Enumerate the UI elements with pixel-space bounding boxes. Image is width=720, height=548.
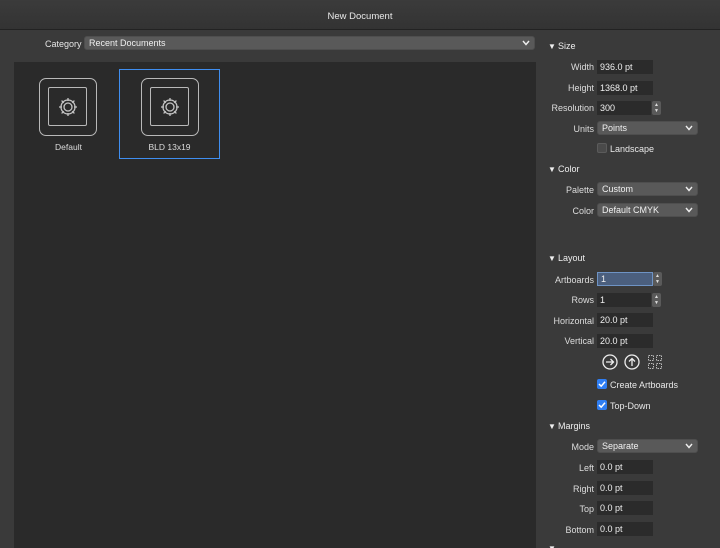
stepper-down-icon: ▼ [654,108,659,114]
checkmark-icon [598,402,606,409]
template-thumbnail [141,78,199,136]
height-field[interactable]: 1368.0 pt [597,81,653,95]
width-field[interactable]: 936.0 pt [597,60,653,74]
mode-select-value: Separate [602,441,639,451]
create-artboards-checkbox[interactable] [597,379,607,389]
horizontal-label: Horizontal [553,316,594,326]
disclosure-triangle-icon: ▼ [548,544,558,548]
vertical-label: Vertical [564,336,594,346]
rows-label: Rows [571,295,594,305]
height-label: Height [567,83,594,93]
title-bar: New Document [0,0,720,30]
bottom-margin-field[interactable]: 0.0 pt [597,522,653,536]
settings-panel: ▼ Size Width 936.0 pt Height 1368.0 pt Re… [540,30,720,548]
landscape-label: Landscape [610,144,655,154]
category-select[interactable]: Recent Documents [84,36,535,50]
template-bld-13x19[interactable]: BLD 13x19 [119,69,220,159]
disclosure-triangle-icon: ▼ [548,42,556,51]
width-label: Width [570,62,594,72]
artboards-stepper[interactable]: ▲ ▼ [653,272,662,286]
left-margin-label: Left [578,463,594,473]
mode-label: Mode [571,442,594,452]
top-down-checkbox[interactable] [597,400,607,410]
right-margin-field[interactable]: 0.0 pt [597,481,653,495]
template-default[interactable]: Default [18,70,119,160]
units-select[interactable]: Points [597,121,698,135]
template-label: BLD 13x19 [148,142,191,152]
arrow-right-circle-icon[interactable] [602,354,618,370]
top-down-label: Top-Down [610,401,651,411]
top-margin-field[interactable]: 0.0 pt [597,501,653,515]
color-header-label: Color [558,164,580,174]
rows-field[interactable]: 1 [597,293,651,307]
resolution-stepper[interactable]: ▲ ▼ [652,101,661,115]
chevron-down-icon [685,186,693,192]
layout-header-label: Layout [558,253,586,263]
resolution-field[interactable]: 300 [597,101,651,115]
color-select-value: Default CMYK [602,205,660,215]
size-section-header[interactable]: ▼ Size [548,41,576,51]
chevron-down-icon [685,207,693,213]
checkmark-icon [598,381,606,388]
landscape-checkbox[interactable] [597,143,607,153]
gear-icon [161,98,179,116]
category-row: Category Recent Documents [0,30,540,60]
artboards-field[interactable]: 1 [597,272,653,286]
mode-select[interactable]: Separate [597,439,698,453]
disclosure-triangle-icon: ▼ [548,165,556,174]
color-select[interactable]: Default CMYK [597,203,698,217]
right-margin-label: Right [572,484,594,494]
template-thumbnail [39,78,97,136]
disclosure-triangle-icon: ▼ [548,422,556,431]
artboard-grid-icon[interactable] [647,354,663,370]
template-gallery: Default BLD 13x19 [14,62,536,548]
template-label: Default [55,142,82,152]
arrow-up-circle-icon[interactable] [624,354,640,370]
window-title: New Document [327,11,393,22]
bottom-margin-label: Bottom [565,525,594,535]
stepper-down-icon: ▼ [654,300,659,306]
horizontal-field[interactable]: 20.0 pt [597,313,653,327]
stepper-down-icon: ▼ [655,279,660,285]
next-section-header-partial[interactable]: ▼ [548,543,558,548]
category-label: Category [45,39,82,49]
color-section-header[interactable]: ▼ Color [548,164,580,174]
category-select-value: Recent Documents [89,38,166,48]
units-label: Units [573,124,594,134]
chevron-down-icon [685,443,693,449]
margins-header-label: Margins [558,421,591,431]
gear-icon [59,98,77,116]
palette-select[interactable]: Custom [597,182,698,196]
palette-label: Palette [565,185,594,195]
chevron-down-icon [522,40,530,46]
layout-section-header[interactable]: ▼ Layout [548,253,585,263]
units-select-value: Points [602,123,628,133]
color-label: Color [572,206,594,216]
size-header-label: Size [558,41,576,51]
margins-section-header[interactable]: ▼ Margins [548,421,590,431]
rows-stepper[interactable]: ▲ ▼ [652,293,661,307]
create-artboards-label: Create Artboards [610,380,679,390]
chevron-down-icon [685,125,693,131]
palette-select-value: Custom [602,184,634,194]
vertical-field[interactable]: 20.0 pt [597,334,653,348]
resolution-label: Resolution [551,103,594,113]
top-margin-label: Top [579,504,594,514]
left-margin-field[interactable]: 0.0 pt [597,460,653,474]
disclosure-triangle-icon: ▼ [548,254,556,263]
artboards-label: Artboards [554,275,594,285]
